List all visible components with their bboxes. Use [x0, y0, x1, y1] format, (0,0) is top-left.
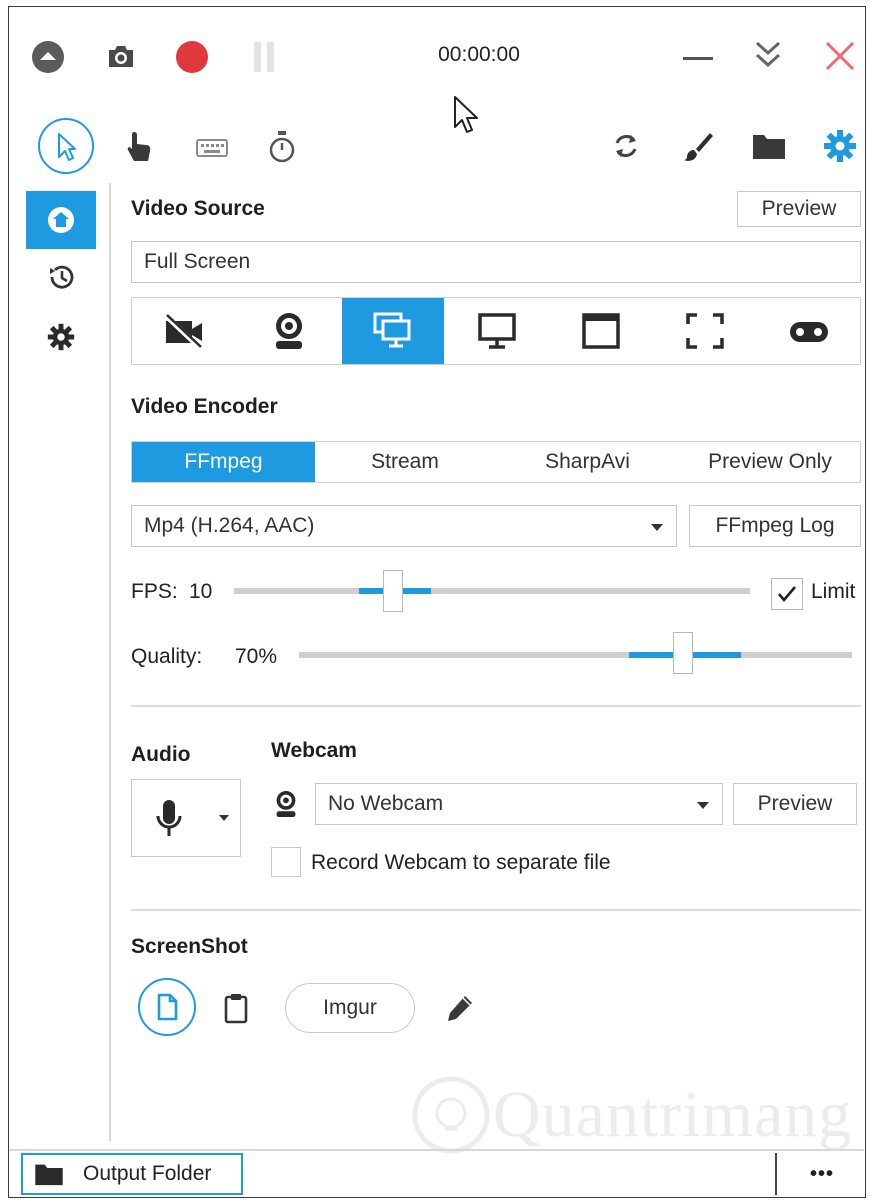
chevron-down-icon [651, 524, 663, 531]
recording-timer: 00:00:00 [438, 43, 520, 66]
folder-icon [35, 1164, 63, 1186]
quality-value: 70% [235, 645, 278, 668]
output-folder-label: Output Folder [83, 1162, 212, 1185]
pause-icon[interactable] [249, 40, 279, 74]
fps-slider-thumb[interactable] [383, 570, 403, 612]
click-hand-icon[interactable] [123, 129, 155, 165]
mouse-cursor-icon [453, 95, 479, 135]
format-select[interactable]: Mp4 (H.264, AAC) [131, 505, 677, 547]
window-icon [582, 313, 620, 349]
encoder-tabs: FFmpeg Stream SharpAvi Preview Only [131, 441, 861, 483]
pencil-edit-icon[interactable] [443, 991, 477, 1025]
tab-stream[interactable]: Stream [315, 442, 495, 482]
source-webcam-button[interactable] [238, 298, 340, 364]
sidebar-divider [109, 183, 111, 1141]
history-icon [50, 265, 74, 289]
separate-file-checkbox[interactable] [271, 847, 301, 877]
gamepad-icon [790, 322, 828, 342]
fps-value: 10 [189, 580, 213, 603]
home-icon [48, 207, 74, 233]
no-video-icon [163, 313, 202, 349]
ffmpeg-log-button[interactable]: FFmpeg Log [689, 505, 861, 547]
close-icon[interactable] [823, 39, 857, 73]
webcam-small-icon [271, 787, 301, 821]
camera-icon[interactable] [105, 41, 137, 71]
quality-label: Quality: [131, 645, 203, 668]
screen-icon [373, 312, 411, 348]
source-monitor-button[interactable] [446, 298, 548, 364]
limit-label: Limit [811, 580, 856, 603]
section-divider [131, 909, 861, 911]
save-to-disk-button[interactable] [137, 977, 197, 1037]
footer-separator [775, 1153, 777, 1195]
clipboard-icon[interactable] [221, 991, 251, 1025]
section-divider [131, 705, 861, 707]
output-folder-button[interactable]: Output Folder [21, 1153, 243, 1195]
brush-icon[interactable] [681, 129, 715, 163]
watermark-text: Quantrimang [493, 1078, 853, 1151]
monitor-icon [478, 313, 516, 349]
separate-file-label: Record Webcam to separate file [311, 851, 611, 874]
tab-preview-only[interactable]: Preview Only [680, 442, 860, 482]
cursor-toggle-icon[interactable] [37, 117, 95, 175]
fps-slider-track[interactable] [234, 588, 750, 594]
folder-icon[interactable] [751, 131, 787, 161]
quality-slider-track[interactable] [299, 652, 852, 658]
video-source-field[interactable]: Full Screen [131, 241, 861, 283]
sidebar-item-history[interactable] [45, 261, 77, 293]
app-window: 00:00:00 Video Source Preview Full Scree… [8, 6, 866, 1198]
webcam-preview-button[interactable]: Preview [733, 783, 857, 825]
video-encoder-heading: Video Encoder [131, 395, 278, 418]
record-icon[interactable] [175, 40, 209, 74]
video-source-preview-button[interactable]: Preview [737, 191, 861, 227]
timer-icon[interactable] [267, 129, 297, 165]
chevron-down-icon [219, 815, 229, 821]
imgur-button[interactable]: Imgur [285, 983, 415, 1033]
quality-slider-thumb[interactable] [673, 632, 693, 674]
source-screen-button[interactable] [342, 298, 444, 364]
video-source-selector [131, 297, 861, 365]
sync-icon[interactable] [609, 129, 643, 163]
watermark-logo: Quantrimang [407, 1069, 851, 1161]
minimize-icon[interactable] [681, 43, 715, 73]
webcam-select[interactable]: No Webcam [315, 783, 723, 825]
screenshot-heading: ScreenShot [131, 935, 248, 958]
sidebar-item-settings[interactable] [45, 321, 77, 353]
footer-divider [9, 1149, 864, 1151]
keyboard-icon[interactable] [195, 137, 229, 159]
webcam-icon [276, 313, 302, 349]
limit-checkbox[interactable] [771, 578, 803, 610]
file-icon [138, 978, 196, 1036]
source-none-button[interactable] [133, 298, 235, 364]
chevron-down-icon [697, 802, 709, 809]
settings-icon [47, 323, 75, 351]
webcam-heading: Webcam [271, 739, 357, 762]
webcam-select-value: No Webcam [328, 792, 444, 815]
fps-label: FPS: [131, 580, 178, 603]
audio-heading: Audio [131, 743, 191, 766]
double-chevron-down-icon[interactable] [753, 37, 783, 75]
tab-sharpavi[interactable]: SharpAvi [495, 442, 680, 482]
more-options-button[interactable]: ••• [787, 1157, 857, 1191]
tab-ffmpeg[interactable]: FFmpeg [132, 442, 315, 482]
microphone-icon [156, 800, 182, 836]
source-region-button[interactable] [654, 298, 756, 364]
settings-gear-icon[interactable] [821, 127, 859, 165]
region-icon [686, 313, 724, 349]
collapse-up-icon[interactable] [31, 40, 65, 74]
audio-source-button[interactable] [131, 779, 241, 857]
checkmark-icon [778, 586, 796, 603]
source-window-button[interactable] [550, 298, 652, 364]
format-select-value: Mp4 (H.264, AAC) [144, 514, 315, 537]
sidebar-item-home[interactable] [26, 191, 96, 249]
source-game-button[interactable] [758, 298, 860, 364]
video-source-heading: Video Source [131, 197, 265, 220]
